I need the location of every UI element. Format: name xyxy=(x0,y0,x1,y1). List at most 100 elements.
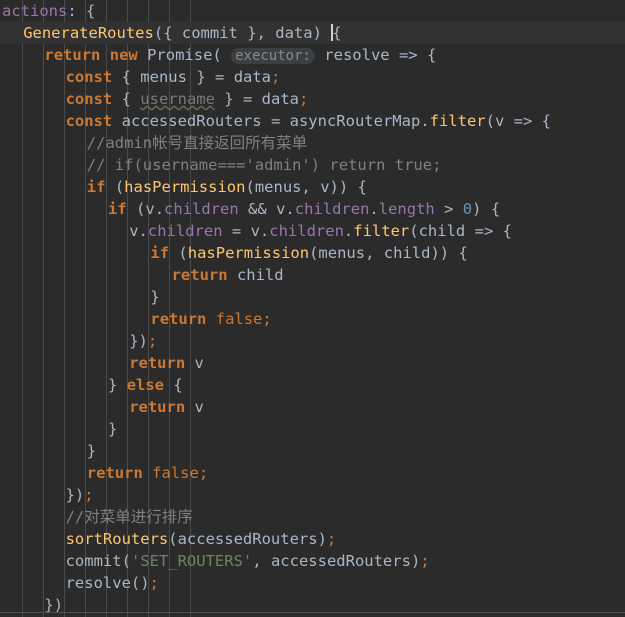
code-token-punc xyxy=(374,244,383,262)
code-token-brace: } xyxy=(86,442,97,460)
code-line[interactable]: const { username } = data; xyxy=(0,88,625,110)
code-token-brace: } xyxy=(150,288,160,306)
code-token-ident: v xyxy=(320,178,330,196)
code-token-punc xyxy=(215,90,224,108)
code-token-ident: Promise xyxy=(147,46,213,64)
code-line[interactable]: return v xyxy=(0,352,625,374)
code-lines-container[interactable]: actions: {GenerateRoutes({ commit }, dat… xyxy=(0,0,625,616)
code-token-fn: filter xyxy=(353,222,410,240)
code-token-prop: children xyxy=(294,200,370,218)
code-token-brace: { xyxy=(541,112,552,130)
code-editor[interactable]: actions: {GenerateRoutes({ commit }, dat… xyxy=(0,0,625,617)
code-line[interactable]: } xyxy=(0,286,625,308)
code-token-brace: } xyxy=(196,68,206,86)
code-token-punc: ( xyxy=(178,244,188,262)
code-token-kw-plain: false xyxy=(152,464,199,482)
code-token-ident: menus xyxy=(254,178,302,196)
code-token-punc: , xyxy=(256,24,266,42)
code-line[interactable]: //admin帐号直接返回所有菜单 xyxy=(0,132,625,154)
code-token-inlay[interactable]: executor: xyxy=(231,48,315,64)
code-token-semi: ; xyxy=(299,90,309,108)
code-token-punc xyxy=(532,112,541,130)
code-token-punc xyxy=(131,90,140,108)
code-line[interactable]: v.children = v.children.filter(child => … xyxy=(0,220,625,242)
code-token-brace: { xyxy=(490,200,501,218)
code-token-punc xyxy=(241,222,250,240)
code-token-punc xyxy=(112,112,121,130)
code-token-brace: { xyxy=(121,90,131,108)
code-line[interactable]: const { menus } = data; xyxy=(0,66,625,88)
code-line[interactable]: // if(username==='admin') return true; xyxy=(0,154,625,176)
code-line[interactable]: } xyxy=(0,418,625,440)
code-token-punc xyxy=(138,46,147,64)
code-line[interactable]: return new Promise( executor: resolve =>… xyxy=(0,44,625,66)
code-token-punc xyxy=(224,68,233,86)
code-line[interactable]: if (hasPermission(menus, child)) { xyxy=(0,242,625,264)
code-line[interactable]: commit('SET_ROUTERS', accessedRouters); xyxy=(0,550,625,572)
code-token-punc xyxy=(105,178,114,196)
code-token-ident: resolve xyxy=(324,46,390,64)
code-token-ident: asyncRouterMap xyxy=(289,112,421,130)
code-line[interactable]: return false; xyxy=(0,462,625,484)
code-token-punc: ( xyxy=(168,530,178,548)
code-token-ident: commit xyxy=(181,24,238,42)
code-line[interactable]: sortRouters(accessedRouters); xyxy=(0,528,625,550)
code-token-punc xyxy=(185,354,194,372)
code-token-str: 'SET_ROUTERS' xyxy=(130,552,253,570)
code-line[interactable]: } else { xyxy=(0,374,625,396)
code-token-punc xyxy=(228,266,237,284)
editor-bottom-divider xyxy=(0,612,625,613)
code-token-punc: . xyxy=(138,222,148,240)
code-token-num: 0 xyxy=(462,200,473,218)
code-line[interactable]: const accessedRouters = asyncRouterMap.f… xyxy=(0,110,625,132)
code-token-punc: ( xyxy=(121,552,131,570)
code-token-punc xyxy=(206,68,215,86)
code-line[interactable]: }); xyxy=(0,330,625,352)
code-line[interactable]: GenerateRoutes({ commit }, data) { xyxy=(0,22,625,44)
code-token-cmt: //admin xyxy=(86,134,153,152)
code-token-ident: v xyxy=(276,200,286,218)
code-token-prop: children xyxy=(147,222,223,240)
code-line[interactable]: //对菜单进行排序 xyxy=(0,506,625,528)
code-line[interactable]: if (hasPermission(menus, v)) { xyxy=(0,176,625,198)
code-line[interactable]: actions: { xyxy=(0,0,625,22)
code-line[interactable]: if (v.children && v.children.length > 0)… xyxy=(0,198,625,220)
code-token-ident: menus xyxy=(140,68,187,86)
code-token-punc xyxy=(390,46,399,64)
code-token-semi: ; xyxy=(147,332,158,350)
code-token-kw-plain: false xyxy=(215,310,263,328)
code-line[interactable]: } xyxy=(0,440,625,462)
code-token-semi: ; xyxy=(271,68,281,86)
code-token-punc: . xyxy=(343,222,354,240)
code-token-punc xyxy=(322,24,331,42)
code-token-punc xyxy=(222,46,231,64)
code-token-cmt: 帐号直接返回所有菜单 xyxy=(152,134,308,152)
code-line[interactable]: resolve(); xyxy=(0,572,625,594)
code-token-semi: ; xyxy=(262,310,272,328)
code-token-brace: } xyxy=(108,376,118,394)
code-token-punc xyxy=(453,200,462,218)
code-token-punc xyxy=(143,464,152,482)
code-token-punc: ) xyxy=(410,552,421,570)
code-token-semi: ; xyxy=(149,574,159,592)
code-token-kw: const xyxy=(65,90,113,108)
code-token-ident: v xyxy=(145,200,155,218)
code-token-punc: ( xyxy=(485,112,495,130)
code-token-punc xyxy=(280,112,289,130)
code-token-ident: child xyxy=(383,244,431,262)
code-token-punc: ( xyxy=(130,574,141,592)
code-token-punc xyxy=(164,376,173,394)
code-token-ident: child xyxy=(418,222,466,240)
code-token-punc: . xyxy=(420,112,430,130)
code-line[interactable]: return child xyxy=(0,264,625,286)
code-line[interactable]: return false; xyxy=(0,308,625,330)
code-token-punc: )) xyxy=(430,244,450,262)
code-line[interactable]: }); xyxy=(0,484,625,506)
code-token-brace: }) xyxy=(65,486,85,504)
code-token-brace: { xyxy=(173,376,183,394)
code-token-kw: else xyxy=(126,376,165,394)
code-token-fn: GenerateRoutes xyxy=(23,24,154,42)
code-token-punc xyxy=(187,68,196,86)
code-line[interactable]: return v xyxy=(0,396,625,418)
code-token-fn: sortRouters xyxy=(65,530,169,548)
